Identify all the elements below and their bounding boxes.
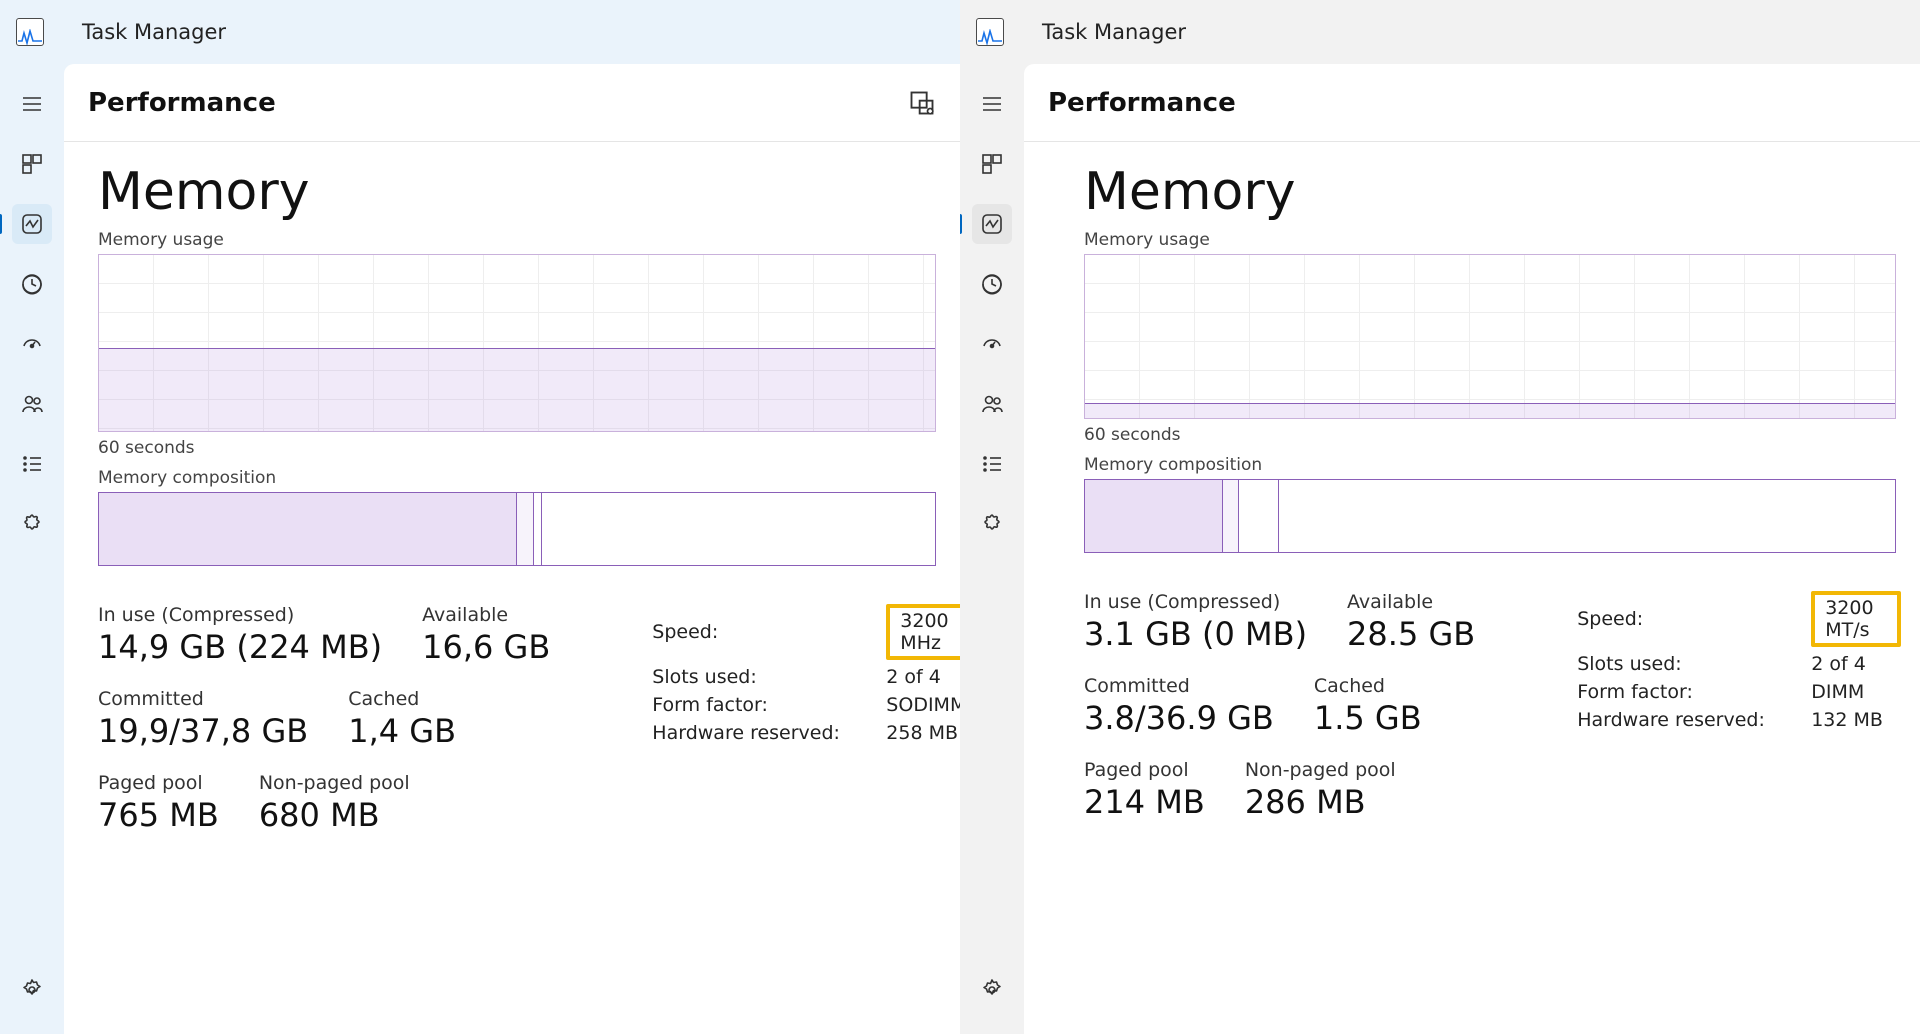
slots-value: 2 of 4: [1811, 653, 1901, 675]
processes-icon[interactable]: [12, 144, 52, 184]
paged-label: Paged pool: [1084, 759, 1205, 781]
usage-chart-label: Memory usage: [1084, 230, 1896, 250]
memory-composition-chart: [98, 492, 936, 566]
titlebar: Task Manager: [960, 0, 1920, 64]
committed-label: Committed: [1084, 675, 1274, 697]
users-icon[interactable]: [972, 384, 1012, 424]
nonpaged-value: 286 MB: [1245, 783, 1396, 821]
speed-value: 3200 MHz: [886, 604, 960, 660]
available-label: Available: [422, 604, 550, 626]
formfactor-value: DIMM: [1811, 681, 1901, 703]
processes-icon[interactable]: [972, 144, 1012, 184]
task-manager-window-right: Task Manager Performance Memory: [960, 0, 1920, 1034]
content-panel: Performance Memory Memory usage 60 secon…: [1024, 64, 1920, 1034]
nonpaged-label: Non-paged pool: [1245, 759, 1396, 781]
window-title: Task Manager: [82, 20, 226, 44]
task-manager-window-left: Task Manager Performance Memo: [0, 0, 960, 1034]
performance-icon[interactable]: [12, 204, 52, 244]
run-new-task-icon[interactable]: [908, 89, 936, 117]
nav-rail: [960, 64, 1024, 1034]
details-icon[interactable]: [972, 444, 1012, 484]
inuse-value: 3.1 GB (0 MB): [1084, 615, 1307, 653]
hwreserved-value: 132 MB: [1811, 709, 1901, 731]
cached-label: Cached: [1314, 675, 1422, 697]
performance-icon[interactable]: [972, 204, 1012, 244]
services-icon[interactable]: [12, 504, 52, 544]
nonpaged-label: Non-paged pool: [259, 772, 410, 794]
composition-chart-label: Memory composition: [1084, 455, 1896, 475]
inuse-label: In use (Compressed): [98, 604, 382, 626]
usage-chart-label: Memory usage: [98, 230, 936, 250]
slots-value: 2 of 4: [886, 666, 960, 688]
speed-label: Speed:: [1577, 608, 1777, 630]
available-value: 28.5 GB: [1347, 615, 1475, 653]
hamburger-icon[interactable]: [12, 84, 52, 124]
startup-icon[interactable]: [972, 324, 1012, 364]
committed-label: Committed: [98, 688, 308, 710]
paged-value: 214 MB: [1084, 783, 1205, 821]
paged-value: 765 MB: [98, 796, 219, 834]
content-header: Performance: [1024, 64, 1920, 142]
section-title: Performance: [88, 88, 908, 118]
hwreserved-label: Hardware reserved:: [1577, 709, 1777, 731]
available-label: Available: [1347, 591, 1475, 613]
cached-label: Cached: [348, 688, 456, 710]
window-title: Task Manager: [1042, 20, 1186, 44]
speed-label: Speed:: [652, 621, 852, 643]
formfactor-label: Form factor:: [1577, 681, 1777, 703]
memory-usage-chart: [98, 254, 936, 432]
nav-rail: [0, 64, 64, 1034]
nonpaged-value: 680 MB: [259, 796, 410, 834]
formfactor-label: Form factor:: [652, 694, 852, 716]
titlebar: Task Manager: [0, 0, 960, 64]
task-manager-logo-icon: [976, 18, 1004, 46]
available-value: 16,6 GB: [422, 628, 550, 666]
slots-label: Slots used:: [1577, 653, 1777, 675]
usage-chart-xaxis: 60 seconds: [98, 438, 936, 458]
hamburger-icon[interactable]: [972, 84, 1012, 124]
inuse-value: 14,9 GB (224 MB): [98, 628, 382, 666]
usage-chart-xaxis: 60 seconds: [1084, 425, 1896, 445]
content-header: Performance: [64, 64, 960, 142]
startup-icon[interactable]: [12, 324, 52, 364]
section-title: Performance: [1048, 88, 1896, 118]
memory-composition-chart: [1084, 479, 1896, 553]
cached-value: 1,4 GB: [348, 712, 456, 750]
details-icon[interactable]: [12, 444, 52, 484]
committed-value: 3.8/36.9 GB: [1084, 699, 1274, 737]
page-title: Memory: [1084, 162, 1896, 222]
app-history-icon[interactable]: [12, 264, 52, 304]
formfactor-value: SODIMM: [886, 694, 960, 716]
hwreserved-value: 258 MB: [886, 722, 960, 744]
paged-label: Paged pool: [98, 772, 219, 794]
settings-icon[interactable]: [972, 970, 1012, 1010]
page-title: Memory: [98, 162, 936, 222]
content-panel: Performance Memory Memory usage 60 secon…: [64, 64, 960, 1034]
hwreserved-label: Hardware reserved:: [652, 722, 852, 744]
composition-chart-label: Memory composition: [98, 468, 936, 488]
inuse-label: In use (Compressed): [1084, 591, 1307, 613]
users-icon[interactable]: [12, 384, 52, 424]
memory-usage-chart: [1084, 254, 1896, 419]
slots-label: Slots used:: [652, 666, 852, 688]
app-history-icon[interactable]: [972, 264, 1012, 304]
task-manager-logo-icon: [16, 18, 44, 46]
speed-value: 3200 MT/s: [1811, 591, 1901, 647]
settings-icon[interactable]: [12, 970, 52, 1010]
committed-value: 19,9/37,8 GB: [98, 712, 308, 750]
services-icon[interactable]: [972, 504, 1012, 544]
cached-value: 1.5 GB: [1314, 699, 1422, 737]
